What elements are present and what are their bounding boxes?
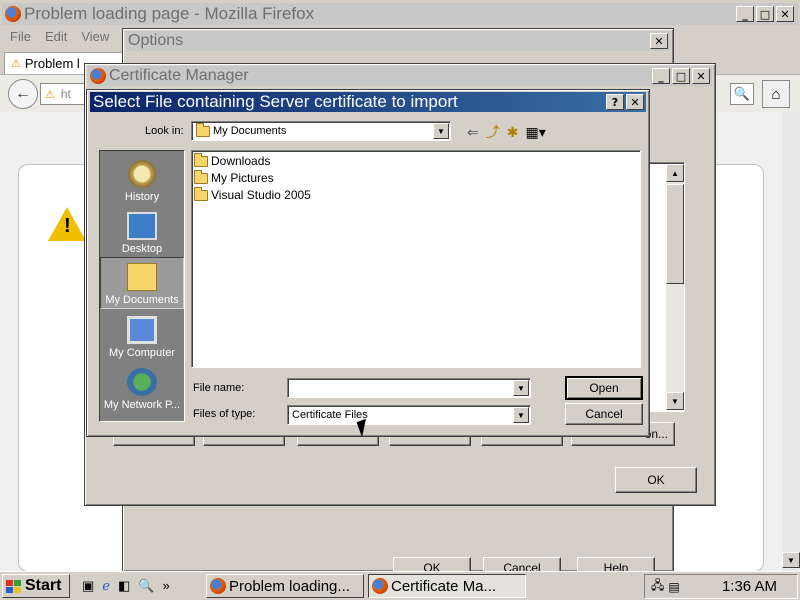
- warning-icon: ⚠: [11, 58, 21, 70]
- cert-manager-titlebar[interactable]: Certificate Manager _ □ ✕: [88, 66, 712, 86]
- up-folder-icon[interactable]: ⤴: [486, 122, 500, 142]
- url-warning-icon: ⚠: [45, 88, 55, 101]
- file-dialog-close-icon[interactable]: ✕: [626, 94, 644, 110]
- history-icon: [128, 160, 156, 188]
- options-close-icon[interactable]: ✕: [650, 33, 668, 49]
- home-button[interactable]: ⌂: [762, 80, 790, 108]
- cancel-button[interactable]: Cancel: [565, 403, 643, 425]
- task-cert-firefox-icon: [372, 578, 388, 594]
- ie-icon[interactable]: ℯ: [102, 578, 110, 594]
- places-history[interactable]: History: [100, 153, 184, 205]
- tab-label: Problem l: [24, 56, 80, 71]
- places-my-network[interactable]: My Network P...: [100, 361, 184, 413]
- help-icon[interactable]: ?: [606, 94, 624, 110]
- system-tray: 🖧 ▤ 1:36 AM: [644, 574, 798, 599]
- clock: 1:36 AM: [721, 578, 777, 595]
- nav-toolbar: ⇐ ⤴ ✱ ▦▾: [467, 122, 546, 142]
- task-certificate-manager[interactable]: Certificate Ma...: [368, 574, 526, 598]
- file-type-label: Files of type:: [193, 408, 256, 420]
- file-dialog-titlebar[interactable]: Select File containing Server certificat…: [90, 92, 646, 112]
- cert-ok-button[interactable]: OK: [615, 467, 697, 493]
- task-firefox[interactable]: Problem loading...: [206, 574, 364, 598]
- url-text: ht: [60, 87, 71, 101]
- desktop-icon: [127, 212, 157, 240]
- search-icon: 🔍: [733, 86, 751, 101]
- cert-manager-firefox-icon: [90, 68, 106, 84]
- show-desktop-icon[interactable]: ▣: [82, 578, 94, 594]
- page-scrollbar[interactable]: ▼: [782, 112, 800, 572]
- list-item[interactable]: My Pictures: [194, 169, 274, 186]
- my-documents-icon: [127, 263, 157, 291]
- menu-edit[interactable]: Edit: [45, 29, 67, 47]
- back-arrow-icon[interactable]: ⇐: [467, 124, 479, 141]
- taskbar: Start ▣ ℯ ◧ 🔍 » Problem loading... Certi…: [0, 571, 800, 600]
- places-my-computer[interactable]: My Computer: [100, 309, 184, 361]
- home-icon: ⌂: [771, 85, 781, 103]
- close-icon[interactable]: ✕: [776, 6, 794, 22]
- windows-logo-icon: [6, 579, 21, 593]
- places-my-documents[interactable]: My Documents: [100, 257, 184, 309]
- my-computer-icon: [127, 316, 157, 344]
- options-titlebar[interactable]: Options ✕: [126, 31, 670, 51]
- task-firefox-icon: [210, 578, 226, 594]
- search-button[interactable]: 🔍: [730, 83, 754, 105]
- tray-app-icon[interactable]: ▤: [668, 580, 679, 594]
- minimize-icon[interactable]: _: [736, 6, 754, 22]
- look-in-label: Look in:: [145, 125, 184, 137]
- file-type-select[interactable]: Certificate Files ▼: [287, 405, 531, 425]
- folder-pictures-icon: [194, 169, 208, 184]
- maximize-icon[interactable]: □: [756, 6, 774, 22]
- explorer-icon[interactable]: ◧: [118, 578, 130, 594]
- view-menu-icon[interactable]: ▦▾: [525, 124, 545, 141]
- file-dialog: Select File containing Server certificat…: [86, 89, 650, 437]
- firefox-icon: [5, 6, 21, 22]
- file-name-label: File name:: [193, 382, 245, 394]
- my-network-icon: [127, 368, 157, 396]
- places-desktop[interactable]: Desktop: [100, 205, 184, 257]
- options-title: Options: [128, 32, 184, 49]
- cert-close-icon[interactable]: ✕: [692, 68, 710, 84]
- file-dialog-title: Select File containing Server certificat…: [93, 92, 458, 111]
- quick-launch: ▣ ℯ ◧ 🔍 »: [82, 578, 170, 594]
- look-in-dropdown-arrow-icon[interactable]: ▼: [433, 123, 449, 139]
- list-item[interactable]: Downloads: [194, 152, 270, 169]
- menu-view[interactable]: View: [81, 29, 109, 47]
- open-button[interactable]: Open: [565, 376, 643, 400]
- firefox-titlebar[interactable]: Problem loading page - Mozilla Firefox _…: [2, 3, 798, 25]
- places-bar: History Desktop My Documents My Computer…: [99, 150, 185, 422]
- new-folder-icon[interactable]: ✱: [507, 124, 519, 141]
- quick-launch-chevron-icon[interactable]: »: [162, 578, 169, 594]
- search-quicklaunch-icon[interactable]: 🔍: [138, 578, 154, 594]
- firefox-menubar: File Edit View: [4, 29, 109, 47]
- cert-minimize-icon[interactable]: _: [652, 68, 670, 84]
- list-item[interactable]: Visual Studio 2005: [194, 186, 311, 203]
- menu-file[interactable]: File: [10, 29, 31, 47]
- cert-maximize-icon[interactable]: □: [672, 68, 690, 84]
- file-type-dropdown-arrow-icon[interactable]: ▼: [513, 407, 529, 423]
- look-in-dropdown[interactable]: My Documents ▼: [191, 121, 451, 141]
- folder-icon: [194, 186, 208, 201]
- cert-manager-title: Certificate Manager: [109, 67, 249, 84]
- tray-network-icon[interactable]: 🖧: [651, 576, 664, 597]
- file-name-input[interactable]: ▼: [287, 378, 531, 398]
- cert-list-scrollbar[interactable]: ▲ ▼: [666, 164, 684, 410]
- my-documents-folder-icon: [196, 122, 210, 137]
- look-in-value: My Documents: [213, 125, 287, 137]
- start-button[interactable]: Start: [2, 574, 70, 598]
- file-list[interactable]: Downloads My Pictures Visual Studio 2005: [191, 150, 641, 368]
- back-button[interactable]: ←: [8, 79, 38, 109]
- firefox-title: Problem loading page - Mozilla Firefox: [24, 4, 315, 23]
- folder-icon: [194, 152, 208, 167]
- file-name-dropdown-arrow-icon[interactable]: ▼: [513, 380, 529, 396]
